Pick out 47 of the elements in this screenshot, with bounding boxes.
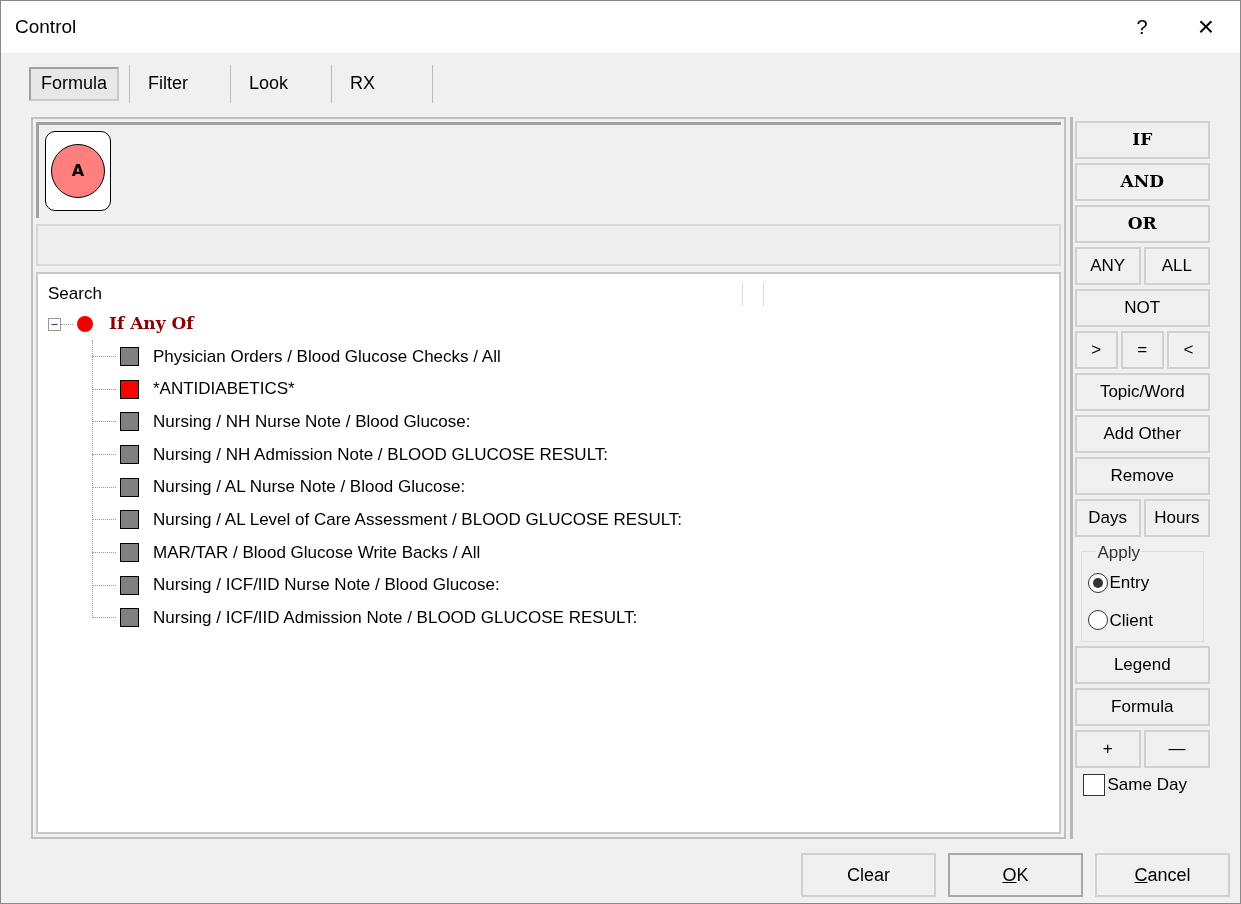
tree-item[interactable]: Nursing / AL Nurse Note / Blood Glucose: xyxy=(153,474,466,500)
formula-token[interactable]: A xyxy=(45,131,111,211)
dialog-button[interactable]: Cancel xyxy=(1095,853,1230,897)
tree-item[interactable]: Nursing / ICF/IID Nurse Note / Blood Glucose: xyxy=(153,572,500,598)
tree-item[interactable]: MAR/TAR / Blood Glucose Write Backs / All xyxy=(153,539,481,566)
tool-button[interactable]: > xyxy=(1074,331,1118,369)
tool-button[interactable]: Hours xyxy=(1143,499,1210,537)
tree-item[interactable]: Nursing / ICF/IID Admission Note / BLOOD GLUCOSE RESULT: xyxy=(153,605,638,631)
checkbox[interactable] xyxy=(1082,773,1105,796)
tab[interactable]: RX xyxy=(332,66,422,101)
radio-button[interactable] xyxy=(1087,572,1108,593)
tool-button[interactable]: Topic/Word xyxy=(1074,373,1210,411)
dialog-button[interactable]: Clear xyxy=(801,853,936,897)
tool-button[interactable]: Formula xyxy=(1074,688,1210,726)
tab[interactable]: Filter xyxy=(130,66,220,101)
tool-button[interactable]: IF xyxy=(1074,121,1210,159)
tool-button[interactable]: ALL xyxy=(1143,247,1210,285)
tool-button[interactable]: Days xyxy=(1074,499,1141,537)
tool-button[interactable]: = xyxy=(1120,331,1164,369)
tree-root-label[interactable]: If Any Of xyxy=(109,311,194,337)
close-button[interactable]: × xyxy=(1186,6,1226,48)
column-header: Search xyxy=(48,283,103,306)
radio-option[interactable]: Client xyxy=(1087,607,1197,633)
dialog-button[interactable]: OK xyxy=(948,853,1083,897)
tree-item[interactable]: Nursing / NH Admission Note / BLOOD GLUCOSE RESULT: xyxy=(153,441,609,468)
tool-button[interactable]: + xyxy=(1074,730,1141,768)
tool-button[interactable]: ANY xyxy=(1074,247,1141,285)
tree-item[interactable]: Nursing / NH Nurse Note / Blood Glucose: xyxy=(153,408,471,435)
tree-item[interactable]: Nursing / AL Level of Care Assessment / BLOOD GLUCOSE RESULT: xyxy=(153,507,683,533)
tool-button[interactable]: — xyxy=(1143,730,1210,768)
tab[interactable]: Look xyxy=(231,66,321,101)
tab[interactable]: Formula xyxy=(29,66,119,101)
window-title: Control xyxy=(15,14,78,39)
radio-option[interactable]: Entry xyxy=(1087,570,1197,596)
tool-button[interactable]: Remove xyxy=(1074,457,1210,495)
help-button[interactable]: ? xyxy=(1122,12,1162,42)
tree-item[interactable]: *ANTIDIABETICS* xyxy=(153,376,295,402)
same-day-checkbox[interactable]: Same Day xyxy=(1074,772,1210,798)
collapse-toggle[interactable] xyxy=(48,317,61,331)
radio-button[interactable] xyxy=(1087,610,1108,631)
tree-item[interactable]: Physician Orders / Blood Glucose Checks / All xyxy=(153,343,501,370)
tool-button[interactable]: < xyxy=(1166,331,1210,369)
tool-button[interactable]: NOT xyxy=(1074,289,1210,327)
tool-button[interactable]: OR xyxy=(1074,205,1210,243)
tool-button[interactable]: Legend xyxy=(1074,646,1210,684)
tool-button[interactable]: Add Other xyxy=(1074,415,1210,453)
tool-button[interactable]: AND xyxy=(1074,163,1210,201)
